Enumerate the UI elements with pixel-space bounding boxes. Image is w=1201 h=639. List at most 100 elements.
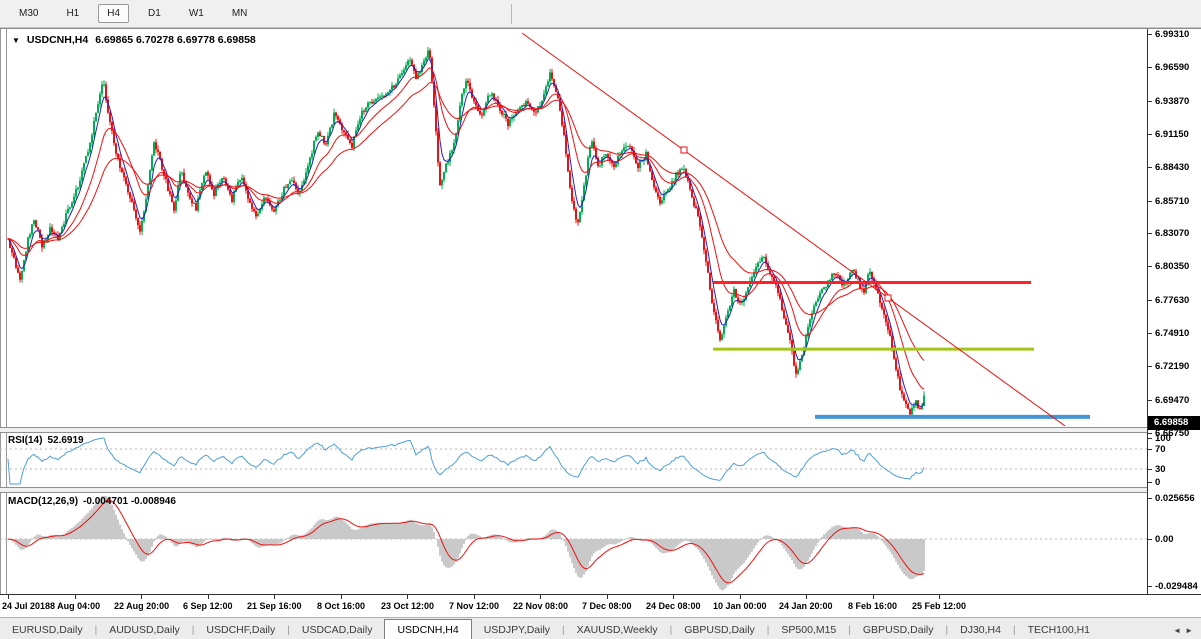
toolbar-separator [511,3,513,24]
chart-tab-eurusd-daily[interactable]: EURUSD,Daily [0,621,95,639]
ma-line [7,67,925,390]
time-axis-label: 24 Dec 08:00 [646,601,701,611]
timeframe-toolbar: M30 H1 H4 D1 W1 MN [0,0,1201,28]
price-axis-tick [1148,433,1152,434]
timeframe-button-d1[interactable]: D1 [139,4,170,23]
timeframe-button-h4[interactable]: H4 [98,4,130,23]
time-axis-label: 8 Feb 16:00 [848,601,898,611]
chart-symbol-title: USDCNH,H4 [26,34,89,46]
time-axis-label: 24 Jan 20:00 [779,601,833,611]
price-axis-label: 6.74910 [1155,328,1190,339]
time-axis-tick [341,595,342,599]
price-axis-tick [1148,266,1152,267]
rsi-axis-tick [1148,469,1152,470]
rsi-label: RSI(14) 52.6919 [8,435,84,446]
time-axis-tick [8,595,9,599]
time-axis-label: 8 Aug 04:00 [50,601,101,611]
time-axis-label: 22 Aug 20:00 [114,601,170,611]
ma-line [7,58,925,407]
time-axis-label: 21 Sep 16:00 [247,601,302,611]
chart-title-bar: ▼ USDCNH,H4 6.69865 6.70278 6.69778 6.69… [12,34,256,46]
trendline-handle[interactable] [884,294,892,302]
price-axis-label: 6.77630 [1155,295,1190,306]
time-axis-tick [806,595,807,599]
chart-tab-tech100-h1[interactable]: TECH100,H1 [1016,621,1102,639]
time-axis-label: 7 Nov 12:00 [449,601,500,611]
chart-tab-sp500-m15[interactable]: SP500,M15 [769,621,848,639]
timeframe-button-w1[interactable]: W1 [180,4,213,23]
price-axis-tick [1148,101,1152,102]
price-axis-label: 6.80350 [1155,261,1190,272]
time-axis-label: 25 Feb 12:00 [912,601,967,611]
time-axis-tick [474,595,475,599]
price-axis-tick [1148,233,1152,234]
candlestick-chart[interactable] [0,31,1147,432]
chart-tab-usdcad-daily[interactable]: USDCAD,Daily [290,621,385,639]
macd-pane[interactable] [0,494,1147,593]
time-axis-label: 6 Sep 12:00 [183,601,233,611]
chart-collapse-icon[interactable]: ▼ [12,36,20,45]
chart-tab-dj30-h4[interactable]: DJ30,H4 [948,621,1013,639]
timeframe-button-mn[interactable]: MN [223,4,257,23]
time-axis-tick [75,595,76,599]
time-axis-label: 7 Dec 08:00 [582,601,632,611]
rsi-axis-label: 70 [1155,444,1166,455]
time-axis-label: 23 Oct 12:00 [381,601,435,611]
timeframe-button-h1[interactable]: H1 [57,4,88,23]
rsi-axis-tick [1148,482,1152,483]
time-axis-tick [939,595,940,599]
price-axis-label: 6.96590 [1155,62,1190,73]
time-axis: 24 Jul 2018 8 Aug 04:00 22 Aug 20:00 6 Sep … [0,594,1201,617]
mt4-window: M30 H1 H4 D1 W1 MN ▼ USDCNH,H4 6.69865 6.7027… [0,0,1201,639]
price-axis-tick [1148,366,1152,367]
time-axis-label: 24 Jul 2018 [2,601,51,611]
macd-axis-label: 0.00 [1155,534,1174,545]
rsi-value: 52.6919 [47,435,84,446]
tab-scroll-arrows[interactable]: ◄► [1173,626,1197,635]
time-axis-tick [407,595,408,599]
tab-scroll-left-icon[interactable]: ◄ [1173,626,1185,635]
rsi-axis-tick [1148,438,1152,439]
rsi-axis-label: 30 [1155,464,1166,475]
macd-name: MACD(12,26,9) [8,496,79,507]
rsi-line [7,437,925,485]
time-axis-tick [673,595,674,599]
chart-tab-usdjpy-daily[interactable]: USDJPY,Daily [472,621,562,639]
rsi-pane[interactable] [0,433,1147,487]
candles [7,46,925,419]
rsi-axis-label: 100 [1155,433,1171,444]
price-axis-tick [1148,400,1152,401]
time-axis-tick [540,595,541,599]
time-axis-label: 8 Oct 16:00 [317,601,366,611]
price-axis-tick [1148,300,1152,301]
chart-tab-gbpusd-daily[interactable]: GBPUSD,Daily [851,621,946,639]
macd-axis-tick [1148,498,1152,499]
time-axis-label: 22 Nov 08:00 [513,601,569,611]
chart-tab-usdcnh-h4[interactable]: USDCNH,H4 [384,619,472,639]
chart-tab-bar: EURUSD,Daily | AUDUSD,Daily | USDCHF,Daily | U… [0,617,1201,639]
macd-axis-tick [1148,539,1152,540]
macd-axis-label: 0.025656 [1155,493,1195,504]
chart-tab-gbpusd-daily[interactable]: GBPUSD,Daily [672,621,767,639]
timeframe-button-m30[interactable]: M30 [10,4,47,23]
rsi-axis-tick [1148,449,1152,450]
price-axis-tick [1148,67,1152,68]
chart-tab-audusd-daily[interactable]: AUDUSD,Daily [97,621,192,639]
trendline-handle[interactable] [680,146,688,154]
macd-label: MACD(12,26,9) -0.004701 -0.008946 [8,496,176,507]
time-axis-tick [873,595,874,599]
chart-tab-xauusd-weekly[interactable]: XAUUSD,Weekly [565,621,670,639]
price-axis-label: 6.91150 [1155,129,1189,140]
chart-tab-usdchf-daily[interactable]: USDCHF,Daily [194,621,287,639]
macd-values: -0.004701 -0.008946 [83,496,176,507]
current-price-tag: 6.69858 [1148,416,1200,430]
time-axis-tick [141,595,142,599]
price-axis-tick [1148,167,1152,168]
macd-axis-tick [1148,586,1152,587]
tab-scroll-right-icon[interactable]: ► [1185,626,1197,635]
time-axis-tick [607,595,608,599]
price-axis-tick [1148,333,1152,334]
price-axis-label: 6.93870 [1155,96,1190,107]
pane-resize-bar[interactable] [0,487,1147,493]
price-axis-label: 6.88430 [1155,162,1190,173]
